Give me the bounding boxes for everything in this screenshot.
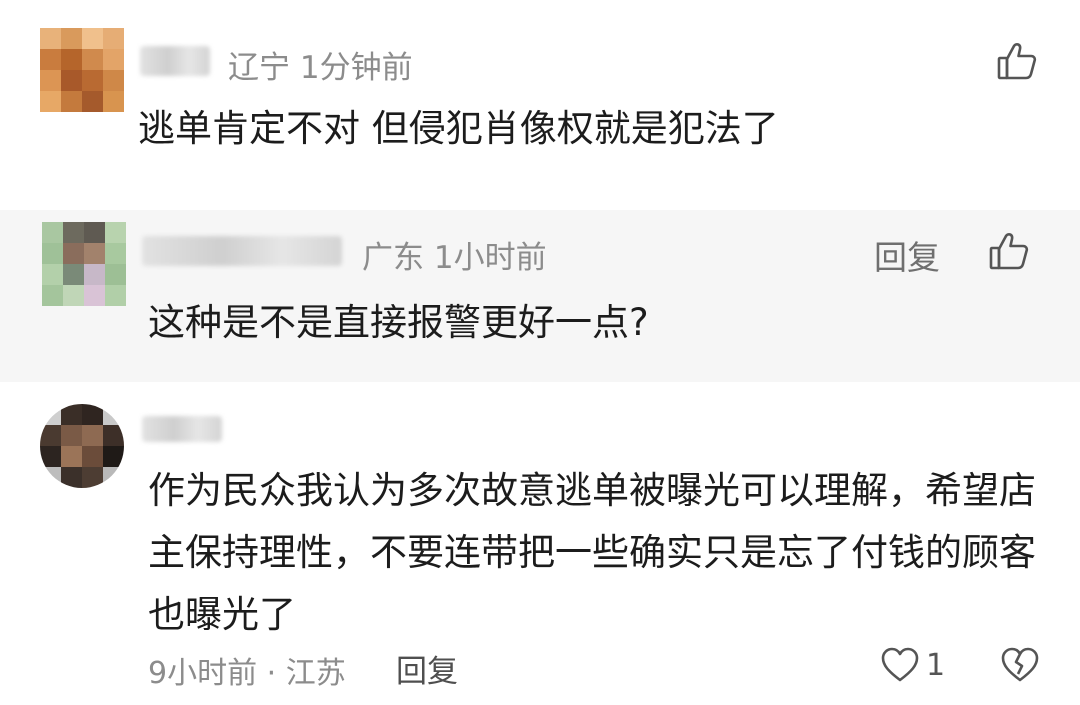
region-time: 广东 1小时前	[362, 240, 547, 276]
username-blurred[interactable]	[142, 236, 342, 266]
comment-item: 作为民众我认为多次故意逃单被曝光可以理解，希望店 主保持理性，不要连带把一些确实…	[0, 382, 1080, 705]
comment-text: 这种是不是直接报警更好一点?	[148, 301, 649, 344]
avatar[interactable]	[40, 28, 124, 112]
reply-button[interactable]: 回复	[396, 646, 458, 691]
reply-button[interactable]: 回复	[874, 231, 940, 279]
comment-text: 逃单肯定不对 但侵犯肖像权就是犯法了	[138, 107, 779, 150]
like-count: 1	[926, 648, 946, 683]
comment-item: 辽宁 1分钟前 逃单肯定不对 但侵犯肖像权就是犯法了	[0, 0, 1080, 210]
thumbs-up-icon[interactable]	[996, 40, 1038, 82]
region-time: 辽宁 1分钟前	[228, 50, 413, 86]
comment-item: 广东 1小时前 回复 这种是不是直接报警更好一点?	[0, 210, 1080, 382]
username-blurred[interactable]	[142, 416, 222, 442]
username-blurred[interactable]	[140, 46, 210, 76]
comment-text-line: 主保持理性，不要连带把一些确实只是忘了付钱的顾客	[148, 531, 1036, 574]
comment-text-line: 也曝光了	[148, 593, 296, 636]
avatar[interactable]	[42, 222, 126, 306]
avatar[interactable]	[40, 404, 124, 488]
heart-icon[interactable]	[880, 646, 920, 684]
comment-text-line: 作为民众我认为多次故意逃单被曝光可以理解，希望店	[148, 469, 1036, 512]
thumbs-up-icon[interactable]	[988, 230, 1030, 272]
time-region: 9小时前 · 江苏	[148, 656, 346, 691]
broken-heart-icon[interactable]	[1000, 646, 1040, 684]
